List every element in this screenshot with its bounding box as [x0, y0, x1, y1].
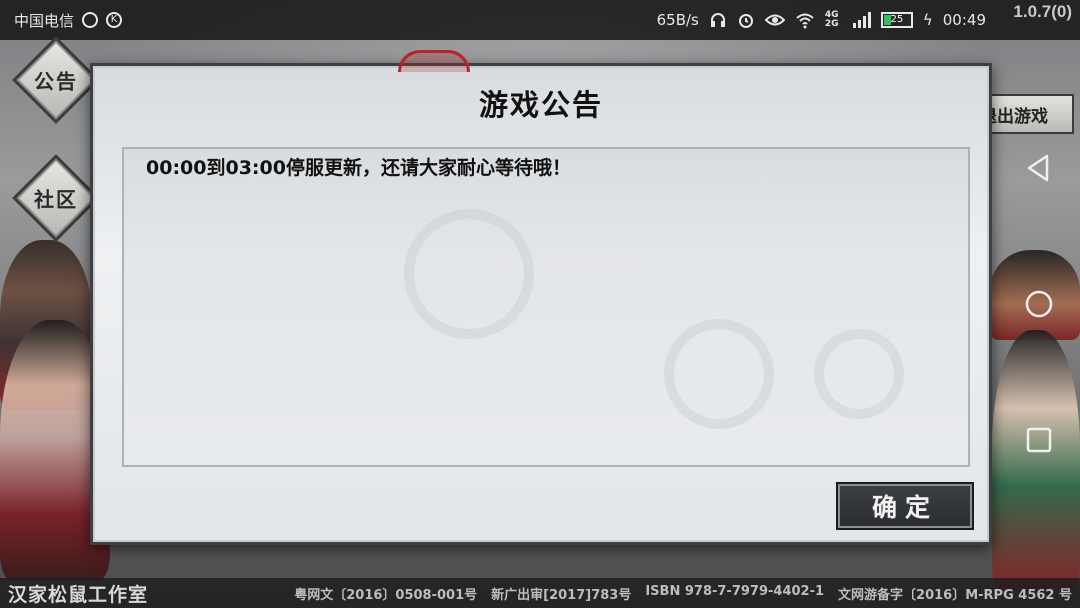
announcement-dialog: 游戏公告 00:00到03:00停服更新，还请大家耐心等待哦！ 确定 — [90, 50, 992, 545]
alarm-clock-icon — [82, 12, 99, 28]
headphones-icon — [710, 13, 725, 27]
network-speed: 65B/s — [656, 11, 699, 29]
seal-decoration — [398, 50, 470, 72]
carrier-name: 中国电信 — [14, 11, 75, 30]
footer-bar: 汉家松鼠工作室 粤网文〔2016〕0508-001号 新广出审[2017]783… — [0, 578, 1080, 608]
clock: 00:49 — [942, 11, 986, 29]
wifi-icon — [796, 13, 814, 29]
battery-icon: 25 — [880, 12, 913, 28]
k-app-icon: K — [106, 12, 123, 28]
license-item: 粤网文〔2016〕0508-001号 — [294, 587, 478, 603]
character-portrait — [992, 330, 1080, 590]
studio-name: 汉家松鼠工作室 — [8, 583, 149, 606]
network-type: 4G 2G — [824, 10, 839, 29]
wave-decoration — [814, 329, 904, 419]
version-label: 1.0.7(0) — [1013, 2, 1072, 21]
wave-decoration — [664, 319, 774, 429]
confirm-label: 确定 — [871, 493, 938, 522]
charging-icon: ϟ — [922, 11, 933, 29]
signal-icon — [852, 12, 871, 28]
license-item: 文网游备字〔2016〕M-RPG 4562 号 — [838, 587, 1072, 603]
license-list: 粤网文〔2016〕0508-001号 新广出审[2017]783号 ISBN 9… — [294, 584, 1072, 603]
license-item: ISBN 978-7-7979-4402-1 — [645, 583, 825, 599]
home-icon[interactable] — [1023, 288, 1055, 320]
license-item: 新广出审[2017]783号 — [491, 587, 632, 603]
eye-icon — [764, 14, 785, 26]
announcement-message: 00:00到03:00停服更新，还请大家耐心等待哦！ — [146, 157, 571, 179]
alarm-icon — [738, 14, 753, 28]
battery-level: 25 — [890, 14, 904, 25]
status-bar: 中国电信 K 65B/s 4G 2G 25 ϟ 00:49 — [0, 0, 1080, 40]
announcement-content[interactable]: 00:00到03:00停服更新，还请大家耐心等待哦！ — [122, 147, 970, 467]
announcement-label: 公告 — [34, 69, 78, 94]
wave-decoration — [404, 209, 534, 339]
back-icon[interactable] — [1023, 152, 1055, 184]
community-label: 社区 — [34, 187, 78, 212]
confirm-button[interactable]: 确定 — [836, 482, 974, 530]
recent-apps-icon[interactable] — [1023, 424, 1055, 456]
dialog-title: 游戏公告 — [478, 88, 603, 122]
